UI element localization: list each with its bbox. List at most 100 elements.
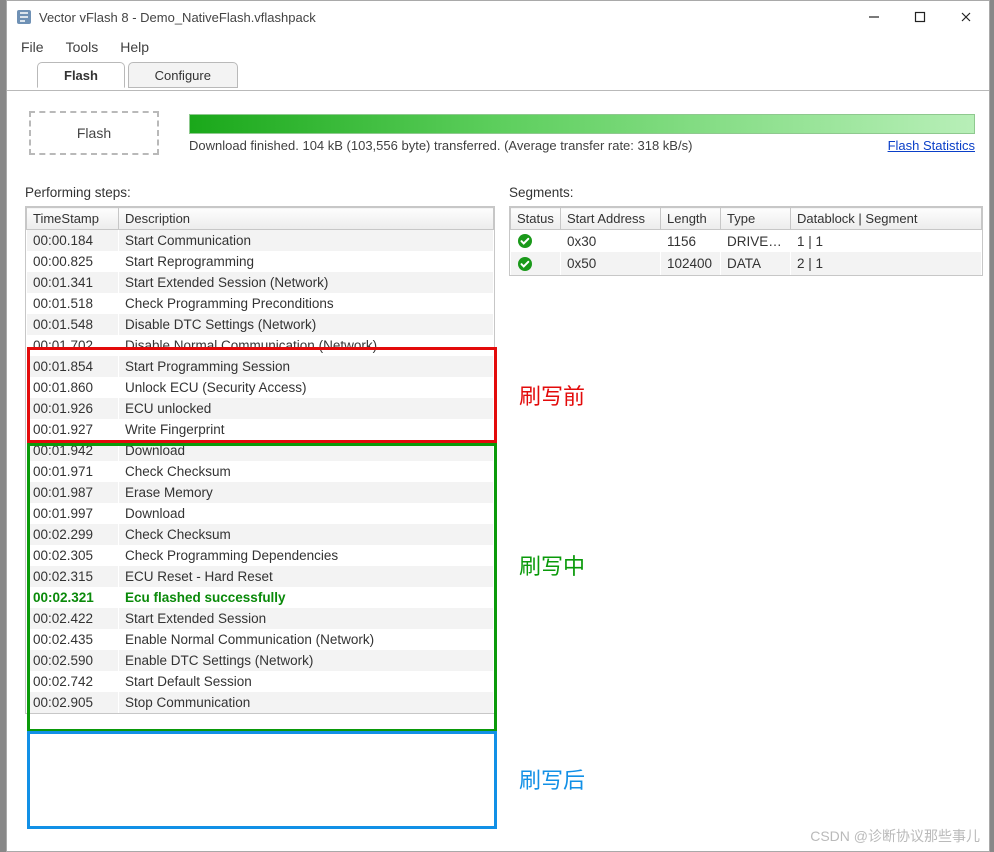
menubar: File Tools Help	[7, 33, 989, 61]
table-row[interactable]: 00:01.942Download	[27, 440, 494, 461]
seg-start: 0x50	[561, 252, 661, 274]
step-timestamp: 00:02.422	[27, 608, 119, 629]
seg-datablock: 2 | 1	[791, 252, 982, 274]
segments-table: Status Start Address Length Type Datablo…	[509, 206, 983, 276]
step-description: Check Programming Preconditions	[119, 293, 494, 314]
seg-col-status[interactable]: Status	[511, 208, 561, 230]
seg-status	[511, 230, 561, 253]
status-message: Download finished. 104 kB (103,556 byte)…	[189, 138, 874, 153]
table-row[interactable]: 00:02.742Start Default Session	[27, 671, 494, 692]
steps-table: TimeStamp Description 00:00.184Start Com…	[25, 206, 495, 714]
seg-col-datablock[interactable]: Datablock | Segment	[791, 208, 982, 230]
steps-label: Performing steps:	[25, 185, 495, 200]
step-description: Start Reprogramming	[119, 251, 494, 272]
steps-col-timestamp[interactable]: TimeStamp	[27, 208, 119, 230]
maximize-button[interactable]	[897, 1, 943, 33]
step-description: Download	[119, 440, 494, 461]
step-timestamp: 00:02.315	[27, 566, 119, 587]
table-row[interactable]: 00:02.590Enable DTC Settings (Network)	[27, 650, 494, 671]
flash-statistics-link[interactable]: Flash Statistics	[888, 138, 975, 153]
step-description: Start Communication	[119, 230, 494, 252]
step-description: Start Programming Session	[119, 356, 494, 377]
step-description: Start Default Session	[119, 671, 494, 692]
table-row[interactable]: 00:02.305Check Programming Dependencies	[27, 545, 494, 566]
steps-col-description[interactable]: Description	[119, 208, 494, 230]
close-button[interactable]	[943, 1, 989, 33]
table-row[interactable]: 00:01.971Check Checksum	[27, 461, 494, 482]
watermark: CSDN @诊断协议那些事儿	[810, 826, 980, 846]
step-description: ECU Reset - Hard Reset	[119, 566, 494, 587]
table-row[interactable]: 00:02.315ECU Reset - Hard Reset	[27, 566, 494, 587]
tab-configure[interactable]: Configure	[128, 62, 238, 88]
table-row[interactable]: 00:01.987Erase Memory	[27, 482, 494, 503]
table-row[interactable]: 00:01.341Start Extended Session (Network…	[27, 272, 494, 293]
minimize-icon	[868, 11, 880, 23]
maximize-icon	[914, 11, 926, 23]
step-description: Check Checksum	[119, 524, 494, 545]
step-description: ECU unlocked	[119, 398, 494, 419]
table-row[interactable]: 00:02.435Enable Normal Communication (Ne…	[27, 629, 494, 650]
step-description: Check Programming Dependencies	[119, 545, 494, 566]
minimize-button[interactable]	[851, 1, 897, 33]
table-row[interactable]: 00:01.927Write Fingerprint	[27, 419, 494, 440]
table-row[interactable]: 00:00.825Start Reprogramming	[27, 251, 494, 272]
table-row[interactable]: 00:02.905Stop Communication	[27, 692, 494, 713]
step-timestamp: 00:00.184	[27, 230, 119, 252]
step-timestamp: 00:01.987	[27, 482, 119, 503]
menu-tools[interactable]: Tools	[66, 39, 99, 55]
seg-col-length[interactable]: Length	[661, 208, 721, 230]
table-row[interactable]: 0x50102400DATA2 | 1	[511, 252, 982, 274]
step-timestamp: 00:02.742	[27, 671, 119, 692]
seg-type: DRIVER 1	[721, 230, 791, 253]
step-description: Ecu flashed successfully	[119, 587, 494, 608]
step-description: Write Fingerprint	[119, 419, 494, 440]
segments-label: Segments:	[509, 185, 983, 200]
menu-help[interactable]: Help	[120, 39, 149, 55]
step-timestamp: 00:01.341	[27, 272, 119, 293]
step-timestamp: 00:01.854	[27, 356, 119, 377]
tabstrip: Flash Configure	[7, 61, 989, 91]
step-description: Start Extended Session	[119, 608, 494, 629]
table-row[interactable]: 00:01.854Start Programming Session	[27, 356, 494, 377]
seg-col-type[interactable]: Type	[721, 208, 791, 230]
step-timestamp: 00:01.942	[27, 440, 119, 461]
tab-configure-label: Configure	[155, 68, 211, 83]
close-icon	[960, 11, 972, 23]
step-timestamp: 00:01.702	[27, 335, 119, 356]
table-row[interactable]: 00:02.299Check Checksum	[27, 524, 494, 545]
seg-type: DATA	[721, 252, 791, 274]
seg-status	[511, 252, 561, 274]
table-row[interactable]: 00:02.422Start Extended Session	[27, 608, 494, 629]
step-description: Enable DTC Settings (Network)	[119, 650, 494, 671]
table-row[interactable]: 00:01.548Disable DTC Settings (Network)	[27, 314, 494, 335]
window-title: Vector vFlash 8 - Demo_NativeFlash.vflas…	[39, 10, 316, 25]
titlebar: Vector vFlash 8 - Demo_NativeFlash.vflas…	[7, 1, 989, 33]
step-timestamp: 00:01.548	[27, 314, 119, 335]
step-description: Download	[119, 503, 494, 524]
seg-col-start[interactable]: Start Address	[561, 208, 661, 230]
flash-button[interactable]: Flash	[29, 111, 159, 155]
tab-flash[interactable]: Flash	[37, 62, 125, 88]
seg-length: 102400	[661, 252, 721, 274]
seg-start: 0x30	[561, 230, 661, 253]
table-row[interactable]: 00:01.860Unlock ECU (Security Access)	[27, 377, 494, 398]
step-timestamp: 00:02.299	[27, 524, 119, 545]
table-row[interactable]: 00:02.321Ecu flashed successfully	[27, 587, 494, 608]
step-description: Erase Memory	[119, 482, 494, 503]
table-row[interactable]: 00:01.518Check Programming Preconditions	[27, 293, 494, 314]
table-row[interactable]: 0x301156DRIVER 11 | 1	[511, 230, 982, 253]
step-timestamp: 00:02.905	[27, 692, 119, 713]
step-description: Unlock ECU (Security Access)	[119, 377, 494, 398]
step-description: Disable Normal Communication (Network)	[119, 335, 494, 356]
step-description: Check Checksum	[119, 461, 494, 482]
menu-file[interactable]: File	[21, 39, 44, 55]
table-row[interactable]: 00:01.702Disable Normal Communication (N…	[27, 335, 494, 356]
step-description: Enable Normal Communication (Network)	[119, 629, 494, 650]
table-row[interactable]: 00:01.997Download	[27, 503, 494, 524]
step-description: Disable DTC Settings (Network)	[119, 314, 494, 335]
table-row[interactable]: 00:01.926ECU unlocked	[27, 398, 494, 419]
step-description: Stop Communication	[119, 692, 494, 713]
step-timestamp: 00:02.435	[27, 629, 119, 650]
step-timestamp: 00:00.825	[27, 251, 119, 272]
table-row[interactable]: 00:00.184Start Communication	[27, 230, 494, 252]
